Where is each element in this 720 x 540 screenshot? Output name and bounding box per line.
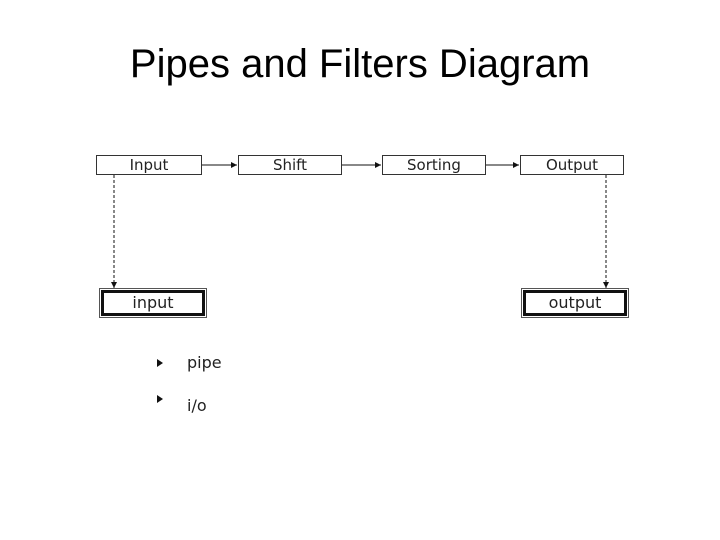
legend-io-label: i/o (187, 396, 207, 415)
legend-io-arrow-icon (157, 395, 163, 403)
connectors (111, 162, 609, 403)
legend-pipe-arrow-icon (157, 359, 163, 367)
legend-pipe-label: pipe (187, 353, 222, 372)
